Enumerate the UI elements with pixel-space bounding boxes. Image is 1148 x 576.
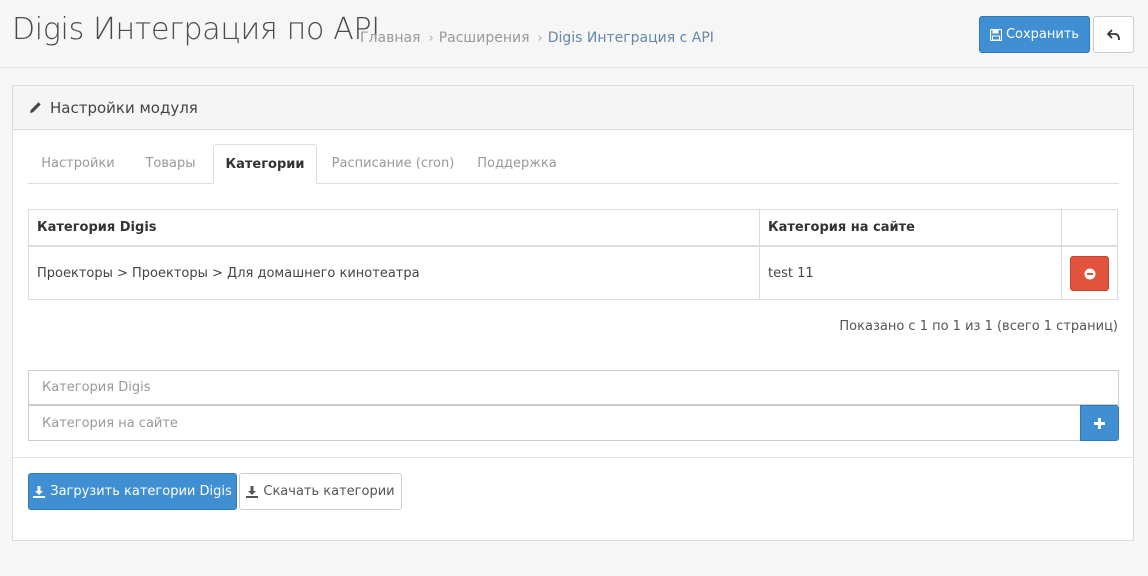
download-icon [33, 485, 46, 498]
download-categories-button[interactable]: Скачать категории [239, 473, 402, 510]
tab-schedule[interactable]: Расписание (cron) [317, 144, 469, 184]
save-button[interactable]: Сохранить [979, 16, 1090, 53]
panel-heading-title: Настройки модуля [50, 98, 198, 117]
tab-support[interactable]: Поддержка [469, 144, 565, 184]
column-header-site-category: Категория на сайте [768, 220, 915, 235]
page-header: Digis Интеграция по API Главная › Расшир… [0, 0, 1148, 68]
download-icon [246, 485, 259, 498]
save-button-label: Сохранить [1005, 27, 1080, 42]
cell-site-category: test 11 [768, 266, 814, 281]
tab-products[interactable]: Товары [128, 144, 213, 184]
tabs: Настройки Товары Категории Расписание (c… [28, 144, 1119, 184]
pencil-icon [29, 101, 42, 114]
breadcrumb-current[interactable]: Digis Интеграция с API [548, 30, 714, 46]
add-category-button[interactable] [1080, 405, 1119, 441]
back-button[interactable] [1093, 16, 1134, 53]
cell-digis-category: Проекторы > Проекторы > Для домашнего ки… [37, 266, 420, 281]
reply-arrow-icon [1106, 28, 1121, 41]
module-settings-panel: Настройки модуля Настройки Товары Катего… [12, 85, 1134, 541]
panel-heading: Настройки модуля [13, 86, 1133, 130]
column-header-digis-category: Категория Digis [37, 220, 157, 235]
minus-circle-icon [1084, 268, 1096, 280]
load-button-label: Загрузить категории Digis [50, 484, 232, 499]
tab-categories[interactable]: Категории [213, 144, 317, 184]
categories-table: Категория Digis Категория на сайте Проек… [28, 209, 1118, 300]
breadcrumb-separator-icon: › [537, 30, 543, 46]
breadcrumb-home[interactable]: Главная [360, 30, 420, 46]
tab-settings[interactable]: Настройки [28, 144, 128, 184]
load-digis-categories-button[interactable]: Загрузить категории Digis [28, 473, 237, 510]
remove-row-button[interactable] [1070, 256, 1109, 291]
table-header-divider [29, 245, 1117, 247]
panel-footer-divider [13, 457, 1133, 458]
download-button-label: Скачать категории [263, 484, 395, 499]
breadcrumb: Главная › Расширения › Digis Интеграция … [360, 30, 714, 46]
breadcrumb-extensions[interactable]: Расширения [439, 30, 530, 46]
digis-category-input[interactable] [28, 370, 1119, 405]
floppy-disk-icon [989, 28, 1002, 41]
pagination-info: Показано с 1 по 1 из 1 (всего 1 страниц) [839, 319, 1118, 334]
page-title: Digis Интеграция по API [12, 12, 380, 47]
plus-icon [1094, 417, 1105, 429]
site-category-input[interactable] [28, 405, 1081, 441]
breadcrumb-separator-icon: › [428, 30, 434, 46]
